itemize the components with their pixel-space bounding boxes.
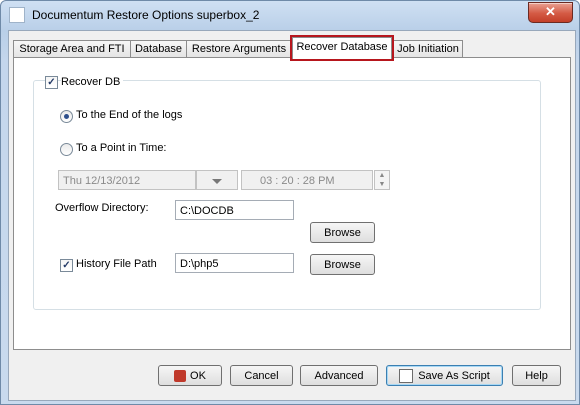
history-browse-button[interactable]: Browse	[310, 254, 375, 275]
spin-down-icon[interactable]: ▼	[375, 180, 389, 189]
ok-icon	[174, 370, 187, 383]
tab-restore-arguments[interactable]: Restore Arguments	[186, 40, 292, 58]
time-input[interactable]: 03 : 20 : 28 PM	[241, 170, 373, 190]
tab-job-initiation[interactable]: Job Initiation	[393, 40, 463, 58]
spin-up-icon[interactable]: ▲	[375, 171, 389, 180]
tab-storage-area-and-fti[interactable]: Storage Area and FTI	[13, 40, 131, 58]
ok-button[interactable]: OK	[158, 365, 222, 386]
overflow-directory-label: Overflow Directory:	[55, 202, 149, 214]
overflow-browse-button[interactable]: Browse	[310, 222, 375, 243]
title-bar[interactable]: Documentum Restore Options superbox_2 ✕	[1, 1, 579, 29]
window-title: Documentum Restore Options superbox_2	[32, 8, 260, 22]
advanced-button[interactable]: Advanced	[300, 365, 378, 386]
history-file-input[interactable]: D:\php5	[175, 253, 294, 273]
tab-panel-recover-database: ✓ Recover DB To the End of the logs To a…	[13, 57, 571, 350]
history-file-checkbox[interactable]: ✓	[60, 259, 73, 272]
app-icon	[9, 7, 25, 23]
script-icon	[399, 369, 414, 384]
ok-label: OK	[190, 370, 206, 382]
recover-db-label: Recover DB	[61, 76, 124, 88]
dialog-body: Storage Area and FTI Database Restore Ar…	[8, 30, 576, 401]
save-as-script-button[interactable]: Save As Script	[386, 365, 503, 386]
overflow-directory-input[interactable]: C:\DOCDB	[175, 200, 294, 220]
close-button[interactable]: ✕	[528, 2, 573, 23]
end-of-logs-radio[interactable]	[60, 110, 73, 123]
help-button[interactable]: Help	[512, 365, 561, 386]
history-file-label: History File Path	[76, 258, 157, 270]
date-dropdown-button[interactable]	[196, 170, 238, 190]
chevron-down-icon	[212, 178, 222, 184]
recover-db-checkbox[interactable]: ✓	[45, 76, 58, 89]
end-of-logs-label: To the End of the logs	[76, 109, 183, 121]
point-in-time-label: To a Point in Time:	[76, 142, 167, 154]
tab-database[interactable]: Database	[130, 40, 187, 58]
save-as-script-label: Save As Script	[418, 370, 490, 382]
cancel-button[interactable]: Cancel	[230, 365, 293, 386]
time-spinner[interactable]: ▲ ▼	[374, 170, 390, 190]
tab-recover-database[interactable]: Recover Database	[290, 35, 394, 61]
dialog-window: Documentum Restore Options superbox_2 ✕ …	[0, 0, 580, 405]
point-in-time-radio[interactable]	[60, 143, 73, 156]
date-picker[interactable]: Thu 12/13/2012	[58, 170, 196, 190]
